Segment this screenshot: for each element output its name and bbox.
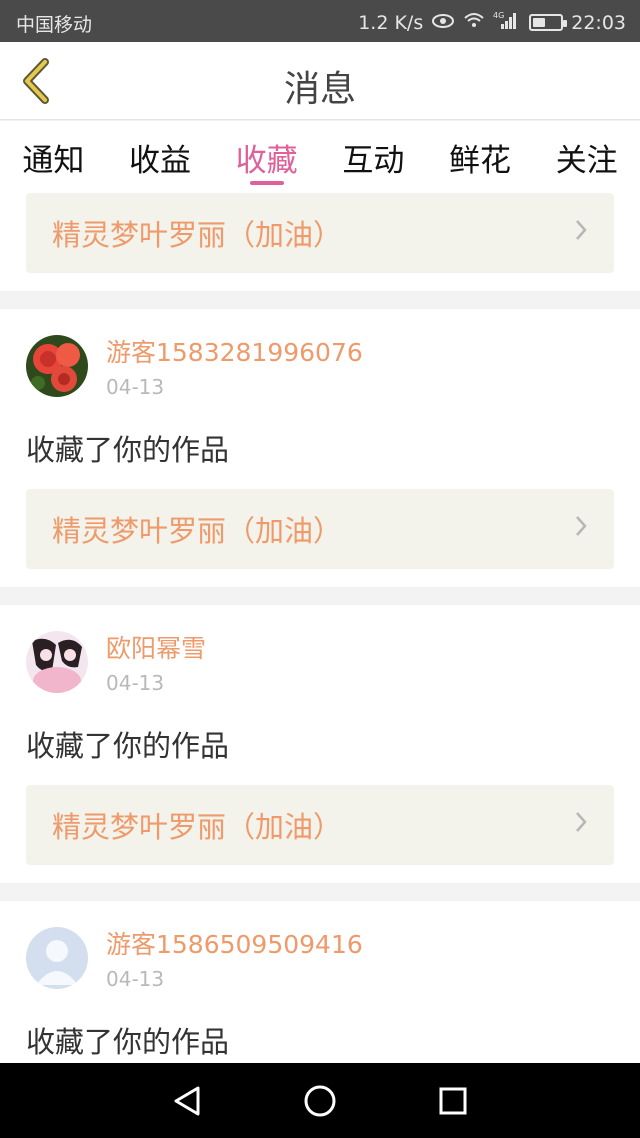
status-icons: 1.2 K/s 4G 22:03 <box>358 10 626 35</box>
network-speed: 1.2 K/s <box>358 11 424 34</box>
header: 消息 <box>0 42 640 120</box>
work-link[interactable]: 精灵梦叶罗丽（加油） <box>26 489 614 569</box>
avatar[interactable] <box>26 631 88 693</box>
message-feed[interactable]: 精灵梦叶罗丽（加油） 游客1583281996076 04-13 收藏了你的作品… <box>0 187 640 1063</box>
work-link[interactable]: 精灵梦叶罗丽（加油） <box>26 193 614 273</box>
work-title: 精灵梦叶罗丽（加油） <box>52 810 343 844</box>
tab-interactions[interactable]: 互动 <box>320 121 427 187</box>
user-row: 欧阳幂雪 04-13 <box>26 631 614 699</box>
avatar[interactable] <box>26 927 88 989</box>
username[interactable]: 欧阳幂雪 <box>106 633 206 665</box>
chevron-right-icon <box>574 218 588 249</box>
user-row: 游客1586509509416 04-13 <box>26 927 614 995</box>
circle-home-icon <box>304 1085 336 1116</box>
avatar[interactable] <box>26 335 88 397</box>
status-bar: 中国移动 1.2 K/s 4G 22:03 <box>0 0 640 42</box>
list-item: 欧阳幂雪 04-13 收藏了你的作品 精灵梦叶罗丽（加油） <box>0 605 640 883</box>
tab-bar: 通知 收益 收藏 互动 鲜花 关注 <box>0 121 640 187</box>
page-title: 消息 <box>283 69 356 110</box>
list-item: 游客1586509509416 04-13 收藏了你的作品 <box>0 901 640 1063</box>
nav-back-button[interactable] <box>157 1071 217 1131</box>
square-recents-icon <box>439 1087 467 1114</box>
triangle-back-icon <box>174 1086 200 1115</box>
list-item: 游客1583281996076 04-13 收藏了你的作品 精灵梦叶罗丽（加油） <box>0 309 640 587</box>
user-row: 游客1583281996076 04-13 <box>26 335 614 403</box>
tab-favorites[interactable]: 收藏 <box>213 121 320 187</box>
user-meta: 游客1583281996076 04-13 <box>106 335 363 399</box>
user-meta: 游客1586509509416 04-13 <box>106 927 363 991</box>
work-title: 精灵梦叶罗丽（加油） <box>52 218 343 252</box>
user-meta: 欧阳幂雪 04-13 <box>106 631 206 695</box>
timestamp: 04-13 <box>106 375 165 399</box>
tab-flowers[interactable]: 鲜花 <box>427 121 534 187</box>
clock: 22:03 <box>571 11 626 34</box>
nav-recents-button[interactable] <box>423 1071 483 1131</box>
tab-follows[interactable]: 关注 <box>533 121 640 187</box>
action-text: 收藏了你的作品 <box>26 433 230 467</box>
default-avatar-icon <box>26 927 88 989</box>
work-title: 精灵梦叶罗丽（加油） <box>52 514 343 548</box>
carrier-name: 中国移动 <box>16 14 93 36</box>
chevron-right-icon <box>574 514 588 545</box>
system-nav-bar <box>0 1063 640 1138</box>
timestamp: 04-13 <box>106 967 165 991</box>
action-text: 收藏了你的作品 <box>26 729 230 763</box>
girl-avatar-icon <box>26 631 88 693</box>
eye-icon <box>431 12 455 34</box>
timestamp: 04-13 <box>106 671 165 695</box>
tab-earnings[interactable]: 收益 <box>107 121 214 187</box>
action-text: 收藏了你的作品 <box>26 1025 230 1059</box>
network-type: 4G <box>493 11 504 20</box>
wifi-icon <box>463 11 485 34</box>
username[interactable]: 游客1586509509416 <box>106 929 363 961</box>
battery-fill <box>533 18 546 27</box>
nav-home-button[interactable] <box>290 1071 350 1131</box>
chevron-right-icon <box>574 810 588 841</box>
username[interactable]: 游客1583281996076 <box>106 337 363 369</box>
signal-icon: 4G <box>493 10 519 35</box>
tab-notifications[interactable]: 通知 <box>0 121 107 187</box>
list-item: 精灵梦叶罗丽（加油） <box>0 187 640 291</box>
work-link[interactable]: 精灵梦叶罗丽（加油） <box>26 785 614 865</box>
battery-icon <box>529 14 568 31</box>
rose-avatar-icon <box>26 335 88 397</box>
